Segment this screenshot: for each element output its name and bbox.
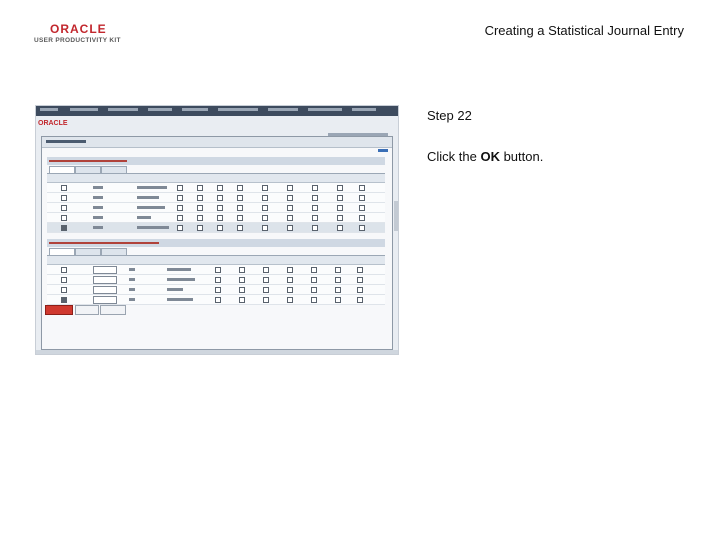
- upk-logo-subtitle: USER PRODUCTIVITY KIT: [34, 37, 121, 44]
- dialog-title-bar: [42, 137, 392, 148]
- template-row: [47, 203, 385, 213]
- action-dropdown[interactable]: [93, 286, 117, 294]
- template-row-selected: [47, 223, 385, 233]
- tab-overhead[interactable]: [49, 248, 75, 255]
- instruction-button-name: OK: [480, 149, 500, 164]
- action-dropdown[interactable]: [93, 276, 117, 284]
- selected-checkbox[interactable]: [61, 297, 67, 303]
- copy-down-grid-header: [47, 239, 385, 247]
- template-row: [47, 193, 385, 203]
- copy-down-row: [47, 265, 385, 275]
- select-checkbox[interactable]: [61, 185, 67, 191]
- select-checkbox[interactable]: [61, 195, 67, 201]
- action-dropdown[interactable]: [93, 296, 117, 304]
- tab-chartfields[interactable]: [101, 166, 127, 173]
- horizontal-scrollbar[interactable]: [36, 350, 398, 354]
- template-grid-column-headers: [47, 174, 385, 183]
- page-title: Creating a Statistical Journal Entry: [484, 23, 684, 38]
- oracle-upk-logo: ORACLE USER PRODUCTIVITY KIT: [34, 22, 126, 48]
- copy-down-row: [47, 275, 385, 285]
- selected-checkbox[interactable]: [61, 267, 67, 273]
- tab-account[interactable]: [75, 166, 101, 173]
- app-brand-logo: ORACLE: [38, 120, 68, 127]
- cancel-button[interactable]: [75, 305, 99, 315]
- refresh-button[interactable]: [100, 305, 126, 315]
- app-nav-bar: [36, 106, 398, 116]
- copy-down-row: [47, 295, 385, 305]
- application-screenshot: ORACLE: [35, 105, 399, 355]
- copy-down-grid-tabs: [47, 248, 385, 256]
- template-row: [47, 183, 385, 193]
- oracle-logo-word: ORACLE: [50, 22, 107, 36]
- instruction-text-end: button.: [499, 149, 544, 164]
- select-checkbox[interactable]: [61, 205, 67, 211]
- step-number: Step 22: [427, 108, 472, 123]
- journal-entry-template-dialog: [41, 136, 393, 350]
- selected-checkbox[interactable]: [61, 287, 67, 293]
- selected-checkbox[interactable]: [61, 277, 67, 283]
- step-instruction: Click the OK button.: [427, 149, 543, 164]
- copy-down-row: [47, 285, 385, 295]
- tab-account[interactable]: [75, 248, 101, 255]
- instruction-text: Click the: [427, 149, 481, 164]
- vertical-scrollbar[interactable]: [394, 201, 398, 231]
- copy-down-grid-column-headers: [47, 256, 385, 265]
- ok-button[interactable]: [45, 305, 73, 315]
- tab-overhead[interactable]: [49, 166, 75, 173]
- select-checkbox[interactable]: [61, 215, 67, 221]
- help-link[interactable]: [378, 149, 388, 152]
- select-checkbox[interactable]: [61, 225, 67, 231]
- template-grid-tabs: [47, 166, 385, 174]
- template-row: [47, 213, 385, 223]
- template-grid-header: [47, 157, 385, 165]
- tab-chartfields[interactable]: [101, 248, 127, 255]
- action-dropdown[interactable]: [93, 266, 117, 274]
